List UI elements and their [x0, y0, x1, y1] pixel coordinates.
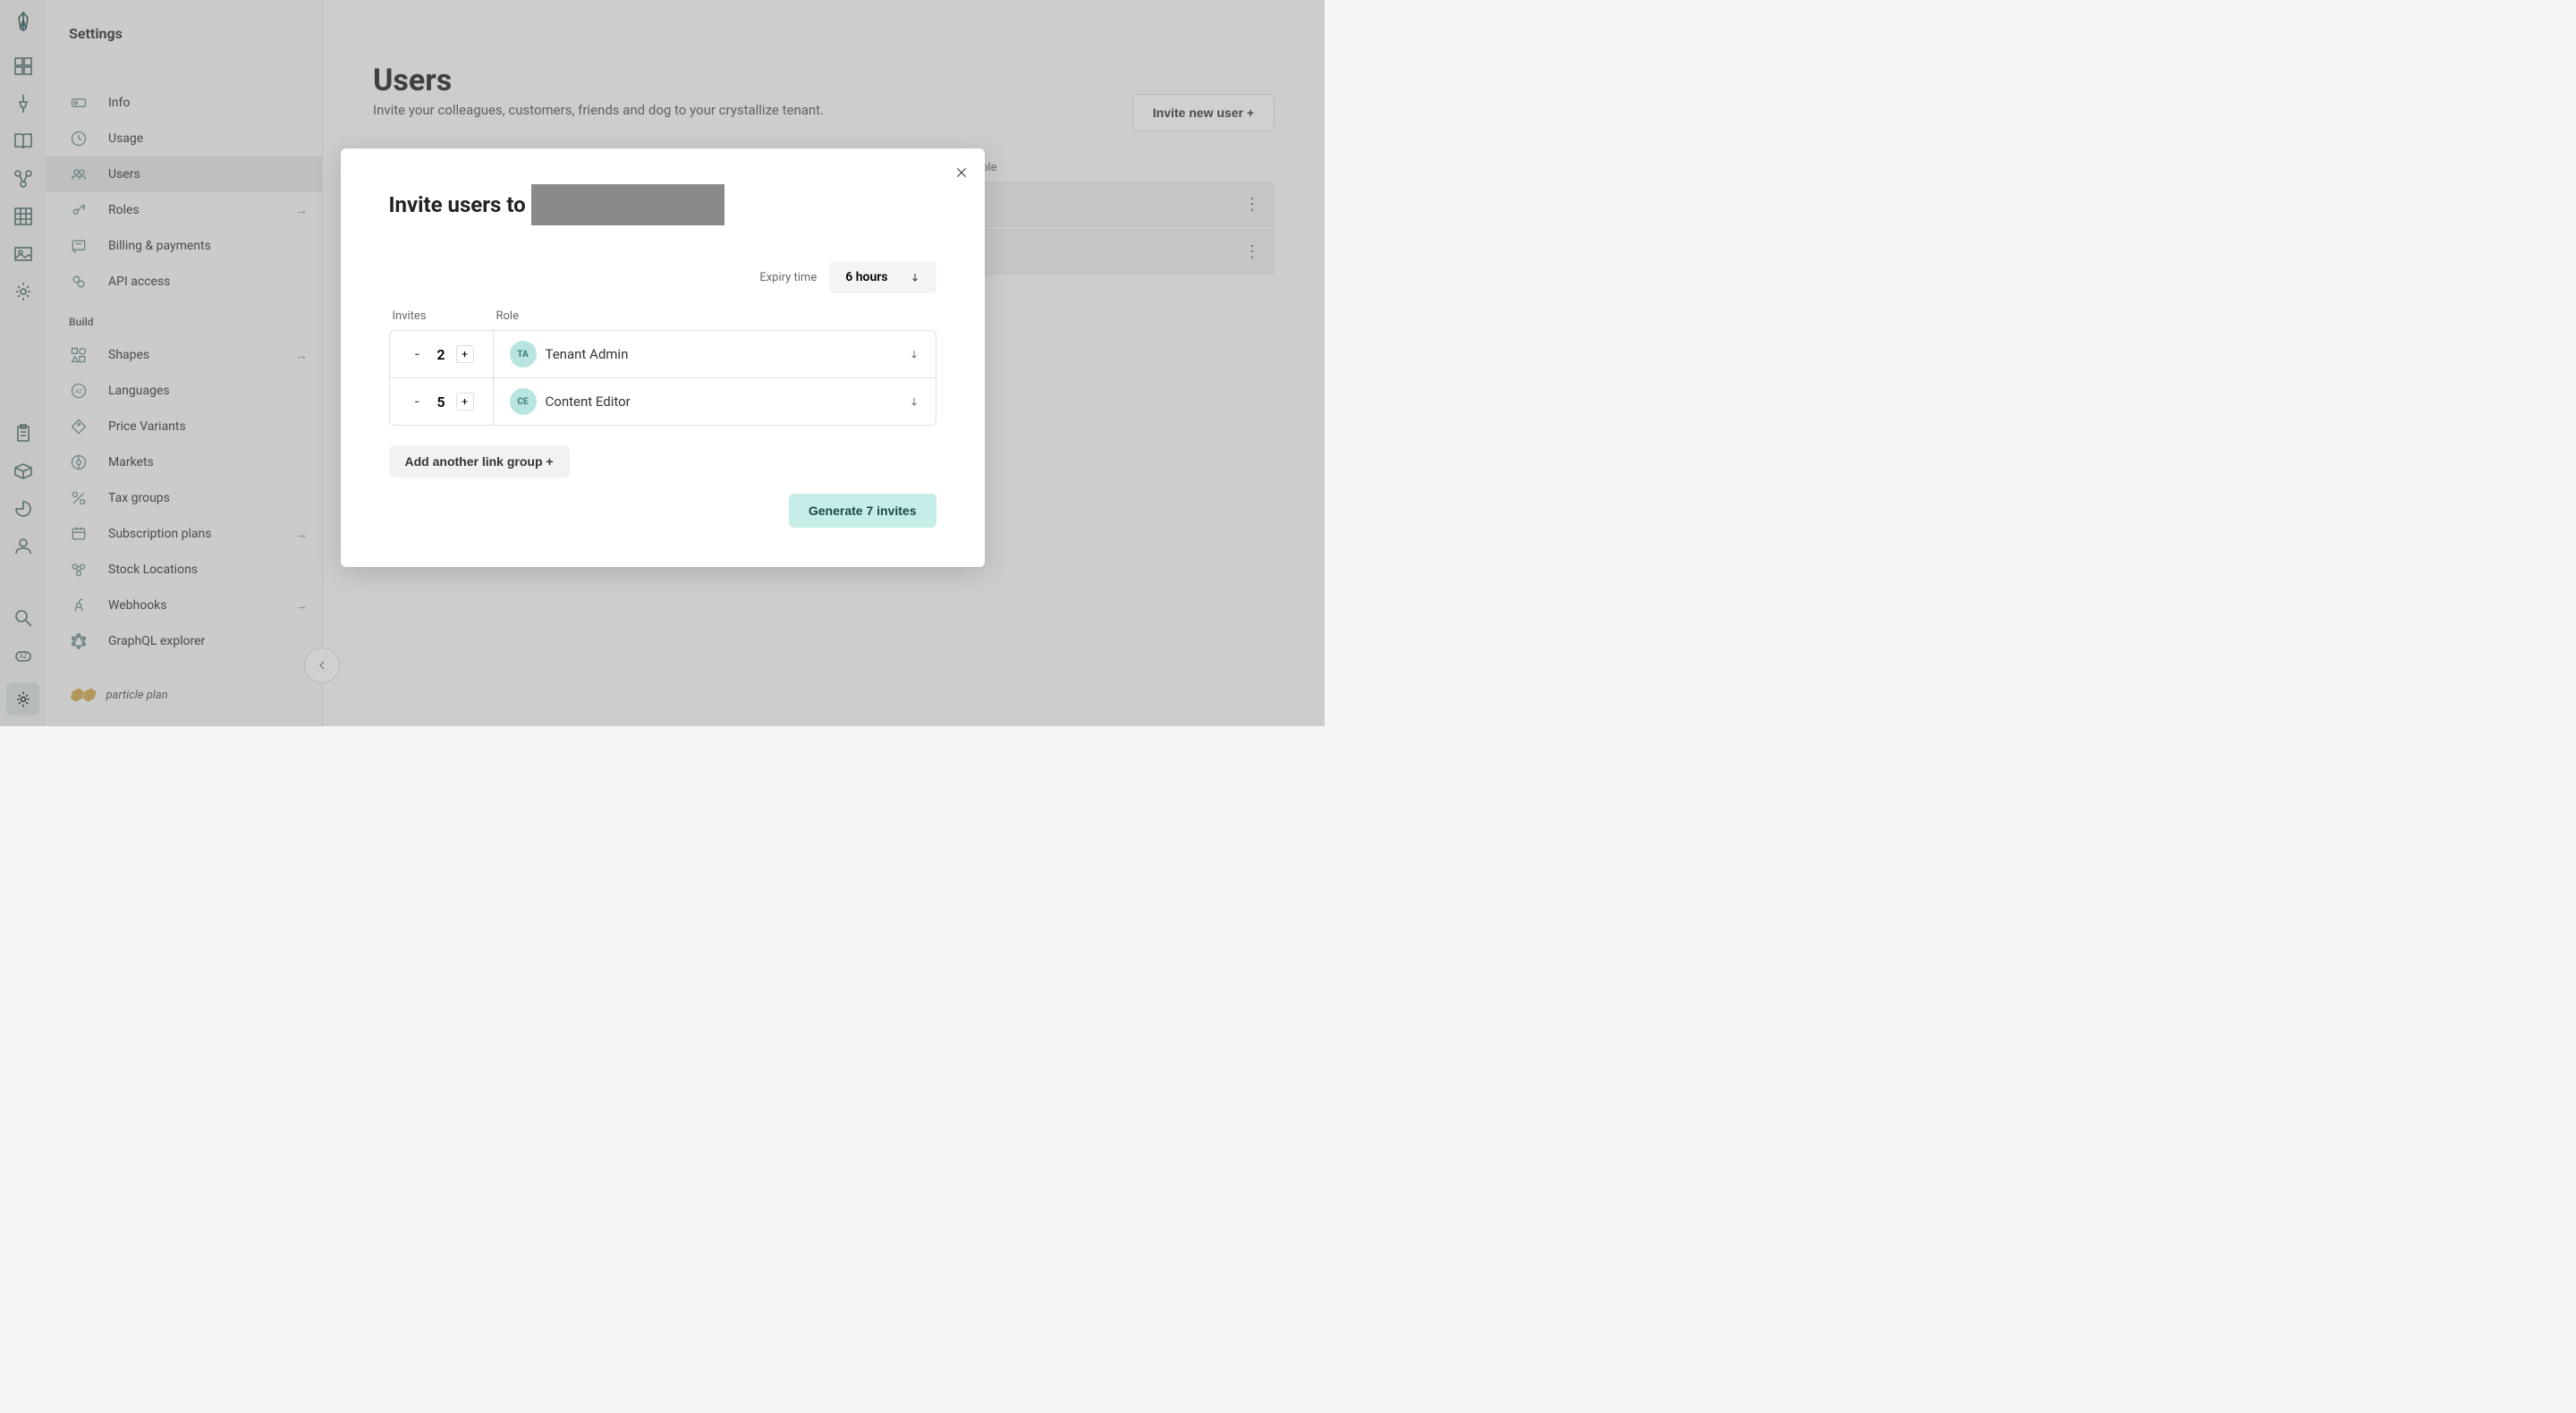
role-badge: TA — [510, 341, 537, 368]
expiry-label: Expiry time — [759, 271, 817, 284]
role-column-header-modal: Role — [496, 309, 519, 323]
increment-button[interactable]: + — [456, 393, 474, 410]
modal-overlay: Invite users to Expiry time 6 hours Invi… — [0, 0, 1325, 726]
add-link-group-button[interactable]: Add another link group + — [389, 445, 570, 478]
tenant-name-redacted — [531, 184, 724, 225]
decrement-button[interactable]: - — [408, 345, 426, 363]
expiry-select[interactable]: 6 hours — [829, 261, 936, 293]
expiry-row: Expiry time 6 hours — [389, 261, 936, 293]
role-name-label: Content Editor — [546, 393, 631, 410]
close-modal-button[interactable] — [954, 165, 969, 185]
role-badge: CE — [510, 388, 537, 415]
invite-count: 2 — [436, 346, 445, 363]
chevron-down-icon — [910, 272, 920, 283]
role-select[interactable]: TA Tenant Admin — [494, 341, 936, 368]
role-name-label: Tenant Admin — [546, 346, 629, 362]
invite-counter: - 2 + — [390, 331, 494, 377]
role-select[interactable]: CE Content Editor — [494, 388, 936, 415]
modal-title: Invite users to — [389, 184, 936, 225]
expiry-value: 6 hours — [845, 270, 887, 284]
generate-invites-button[interactable]: Generate 7 invites — [789, 494, 936, 528]
invite-role-row: - 5 + CE Content Editor — [390, 378, 936, 425]
decrement-button[interactable]: - — [408, 393, 426, 410]
invites-column-header: Invites — [393, 309, 496, 323]
invite-users-modal: Invite users to Expiry time 6 hours Invi… — [341, 148, 985, 567]
invite-role-row: - 2 + TA Tenant Admin — [390, 331, 936, 378]
chevron-down-icon — [909, 396, 919, 407]
modal-title-text: Invite users to — [389, 192, 526, 217]
chevron-down-icon — [909, 349, 919, 360]
invite-count: 5 — [436, 393, 445, 410]
roles-table: - 2 + TA Tenant Admin - 5 + CE Content E… — [389, 330, 936, 426]
roles-table-header: Invites Role — [389, 309, 936, 330]
increment-button[interactable]: + — [456, 345, 474, 363]
invite-counter: - 5 + — [390, 378, 494, 425]
